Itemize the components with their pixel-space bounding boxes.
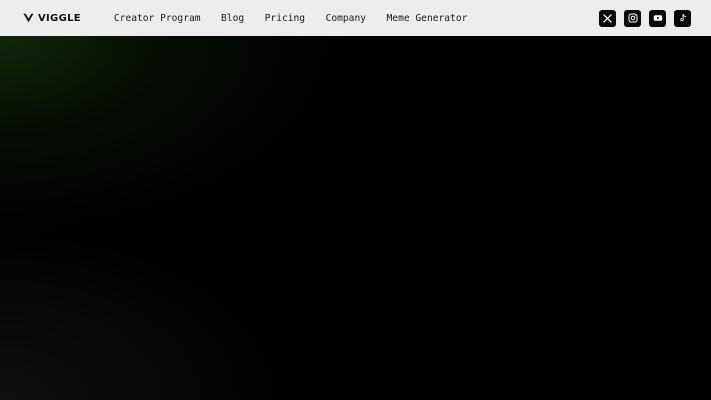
hero-background <box>0 36 711 400</box>
instagram-social-button[interactable] <box>624 9 641 27</box>
nav-pricing[interactable]: Pricing <box>265 13 305 24</box>
nav-company[interactable]: Company <box>326 13 366 24</box>
brand-name: VIGGLE <box>38 12 81 24</box>
youtube-icon <box>653 15 662 21</box>
youtube-social-button[interactable] <box>649 9 666 27</box>
viggle-logo-icon <box>23 13 34 23</box>
main-nav: Creator Program Blog Pricing Company Mem… <box>114 13 488 24</box>
top-navbar: VIGGLE Creator Program Blog Pricing Comp… <box>0 0 711 36</box>
tiktok-icon <box>679 14 686 22</box>
x-social-button[interactable] <box>599 9 616 27</box>
nav-creator-program[interactable]: Creator Program <box>114 13 201 24</box>
instagram-icon <box>628 13 637 23</box>
nav-blog[interactable]: Blog <box>221 13 244 24</box>
nav-meme-generator[interactable]: Meme Generator <box>387 13 468 24</box>
tiktok-social-button[interactable] <box>674 9 691 27</box>
viggle-logo[interactable]: VIGGLE <box>23 13 81 24</box>
x-icon <box>603 13 612 23</box>
social-links <box>599 9 691 27</box>
